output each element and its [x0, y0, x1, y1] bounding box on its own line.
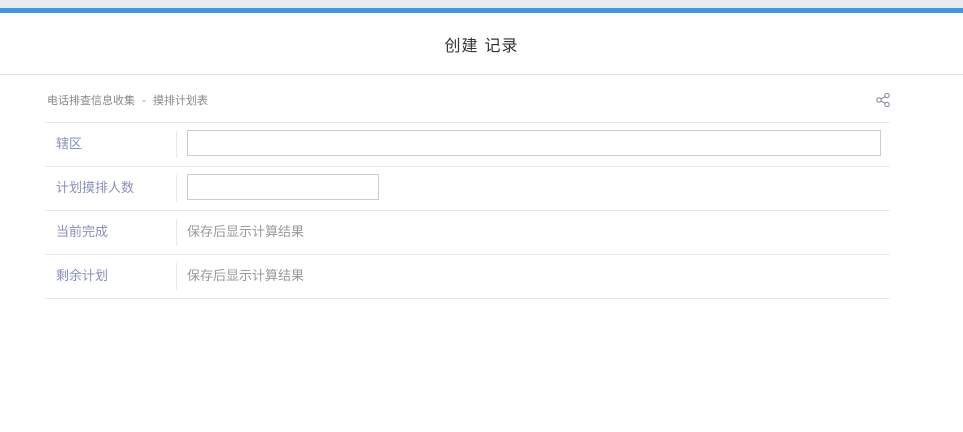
computed-value: 保存后显示计算结果: [187, 269, 305, 284]
breadcrumb-form: 摸排计划表: [152, 94, 208, 107]
top-strip: [0, 0, 963, 8]
field-divider: [176, 131, 177, 158]
field-label: 剩余计划: [56, 269, 109, 284]
page-header: 创建 记录: [0, 13, 963, 75]
breadcrumb-separator: -: [142, 93, 146, 107]
field-divider: [176, 263, 177, 290]
breadcrumb-app[interactable]: 电话排查信息收集: [47, 92, 135, 108]
field-divider: [176, 175, 177, 202]
share-icon[interactable]: [875, 92, 891, 108]
breadcrumb: 电话排查信息收集 - 摸排计划表: [47, 92, 208, 108]
field-label: 辖区: [56, 137, 83, 152]
field-row-planned-count: 计划摸排人数: [45, 167, 890, 211]
field-row-current-completed: 当前完成 保存后显示计算结果: [45, 211, 890, 255]
field-divider: [176, 219, 177, 246]
field-row-remaining-plan: 剩余计划 保存后显示计算结果: [45, 255, 890, 299]
district-input[interactable]: [187, 130, 881, 156]
page-title: 创建 记录: [444, 35, 519, 55]
field-label: 计划摸排人数: [56, 181, 135, 196]
field-label: 当前完成: [56, 225, 109, 240]
record-form: 辖区 计划摸排人数 当前完成 保存后显示计算结果 剩余计划 保存后显示计算结果: [45, 122, 890, 299]
field-row-district: 辖区: [45, 123, 890, 167]
planned-count-input[interactable]: [187, 174, 379, 200]
computed-value: 保存后显示计算结果: [187, 225, 305, 240]
